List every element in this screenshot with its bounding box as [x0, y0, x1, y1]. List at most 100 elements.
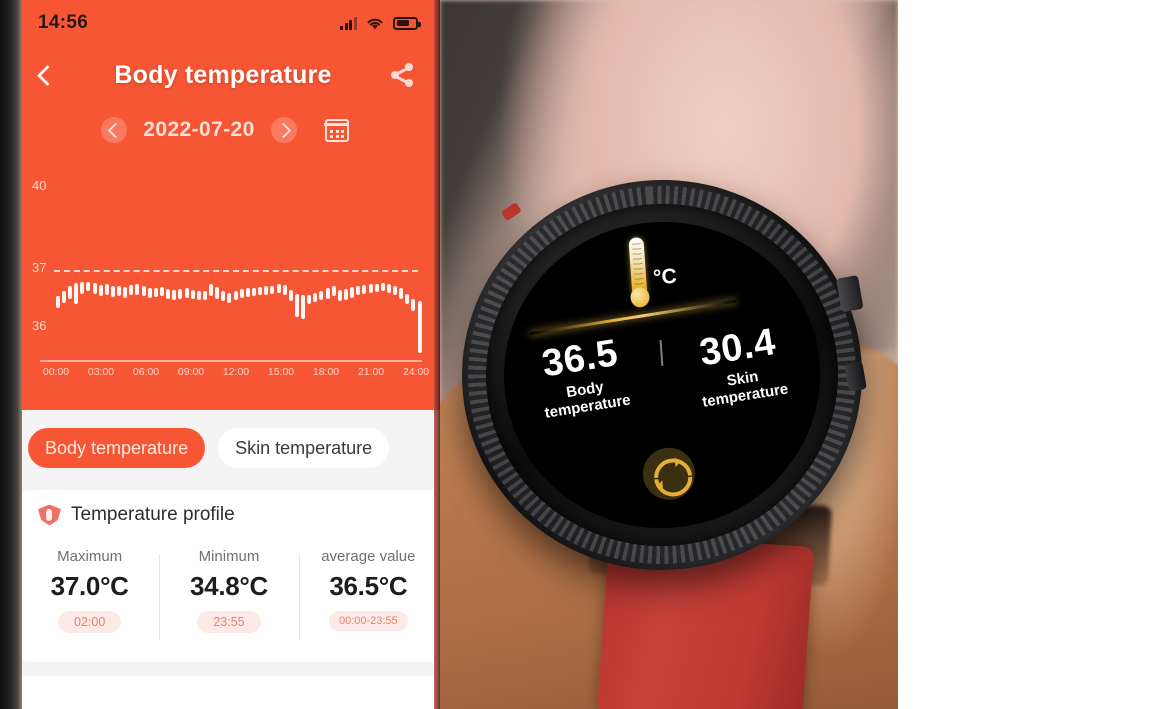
temperature-type-tabs: Body temperature Skin temperature	[10, 410, 440, 486]
stat-label: Maximum	[57, 548, 123, 565]
prev-day-button[interactable]	[101, 117, 128, 143]
refresh-icon[interactable]	[641, 446, 697, 502]
chart-bar	[178, 289, 183, 300]
chart-bar	[239, 288, 244, 298]
battery-icon	[393, 16, 421, 30]
chart-bar	[221, 290, 226, 302]
chart-bar	[172, 290, 177, 300]
x-axis-tick: 00:00	[42, 366, 70, 378]
chart-bar	[258, 286, 263, 296]
temperature-profile-card: Temperature profile Maximum 37.0°C 02:00…	[20, 490, 438, 662]
chart-bar	[141, 286, 146, 297]
chart-bar	[159, 286, 164, 296]
page-title: Body temperature	[114, 60, 332, 89]
watch-readings: 36.5 Body temperature 30.4 Skin temperat…	[501, 321, 822, 422]
stat-time-pill: 02:00	[58, 611, 122, 633]
chart-bar	[98, 284, 103, 297]
signal-icon	[340, 16, 357, 30]
chart-plot-area	[54, 165, 422, 353]
stat-value: 34.8°C	[190, 571, 268, 601]
date-navigation: 2022-07-20	[10, 108, 440, 152]
x-axis-tick: 06:00	[132, 366, 160, 378]
status-bar: 14:56	[10, 0, 440, 46]
share-icon[interactable]	[390, 62, 416, 88]
chart-bar	[313, 292, 318, 303]
content-area: Body temperature Skin temperature Temper…	[10, 410, 440, 709]
x-axis-tick: 03:00	[87, 366, 115, 378]
chart-bar	[405, 293, 410, 305]
stat-label: Minimum	[198, 548, 260, 565]
tab-body-temperature[interactable]: Body temperature	[28, 428, 206, 468]
stat-value: 36.5°C	[329, 571, 408, 601]
chart-bar	[386, 284, 391, 293]
chart-bar	[368, 284, 373, 294]
tab-skin-temperature[interactable]: Skin temperature	[218, 428, 390, 468]
card-title-text: Temperature profile	[71, 504, 235, 525]
chart-bar	[350, 286, 355, 298]
watch-skin-temperature-reading: 30.4 Skin temperature	[656, 315, 824, 417]
chart-bar	[135, 284, 140, 295]
chart-bar	[104, 284, 109, 296]
screenshot-root: 14:56 Body temperature 2022-07-20 40 37 …	[0, 0, 1152, 709]
chevron-left-icon[interactable]	[34, 64, 56, 86]
stat-time-pill: 00:00-23:55	[328, 611, 408, 631]
chart-bar	[307, 294, 312, 305]
y-axis-tick-36: 36	[32, 318, 47, 333]
status-bar-icons	[340, 16, 421, 30]
profile-stats-row: Maximum 37.0°C 02:00 Minimum 34.8°C 23:5…	[20, 548, 438, 658]
chart-bar	[147, 287, 152, 298]
x-axis-tick: 24:00	[402, 366, 430, 378]
chart-bar	[399, 288, 404, 300]
phone-app-screenshot: 14:56 Body temperature 2022-07-20 40 37 …	[0, 0, 440, 709]
chart-bar	[276, 283, 281, 293]
x-axis-line	[40, 360, 422, 362]
app-header: Body temperature	[10, 46, 440, 104]
stat-time-pill: 23:55	[197, 611, 261, 633]
right-white-margin	[898, 0, 1152, 709]
phone-right-edge	[434, 0, 440, 709]
y-axis-tick-40: 40	[32, 178, 47, 193]
x-axis-tick: 09:00	[177, 366, 205, 378]
phone-left-bezel	[0, 0, 22, 709]
chart-bar	[123, 286, 128, 298]
chart-bar	[343, 288, 348, 300]
x-axis-tick: 21:00	[357, 366, 385, 378]
stat-average: average value 36.5°C 00:00-23:55	[298, 548, 438, 658]
chart-bar	[325, 288, 330, 299]
next-day-button[interactable]	[270, 117, 297, 143]
chart-bar	[166, 288, 171, 299]
chart-bar	[61, 290, 66, 303]
chart-bar	[227, 292, 232, 304]
chart-bar	[374, 283, 379, 293]
calendar-icon[interactable]	[324, 118, 350, 142]
chart-bar	[92, 283, 97, 294]
chart-bar	[233, 291, 238, 301]
chart-bar	[184, 288, 189, 298]
partial-next-card[interactable]	[20, 676, 438, 709]
chart-bar	[356, 285, 361, 296]
chart-bar	[86, 281, 91, 292]
chart-bar	[153, 288, 158, 298]
chart-bar	[67, 285, 72, 299]
stat-minimum: Minimum 34.8°C 23:55	[159, 548, 298, 658]
chart-bar	[251, 287, 256, 296]
chart-bar	[282, 284, 287, 296]
thermometer-icon	[622, 236, 653, 311]
medal-icon	[38, 505, 61, 526]
x-axis-tick: 12:00	[222, 366, 250, 378]
x-axis-tick: 18:00	[312, 366, 340, 378]
chart-bar	[301, 295, 306, 319]
chart-bar	[417, 301, 422, 353]
stat-label: average value	[321, 548, 416, 565]
y-axis-tick-37: 37	[32, 260, 47, 275]
smartwatch-product-photo: °C 36.5 Body temperature 30.4 Skin tempe…	[440, 0, 898, 709]
chart-bar	[362, 284, 367, 294]
chart-bar	[196, 291, 201, 301]
status-bar-clock: 14:56	[38, 12, 89, 33]
watch-body-temperature-reading: 36.5 Body temperature	[499, 326, 667, 428]
chart-bar	[202, 290, 207, 300]
chart-bar	[55, 296, 60, 308]
stat-value: 37.0°C	[50, 571, 129, 601]
chart-bar	[294, 293, 299, 318]
chart-bar	[110, 286, 115, 298]
